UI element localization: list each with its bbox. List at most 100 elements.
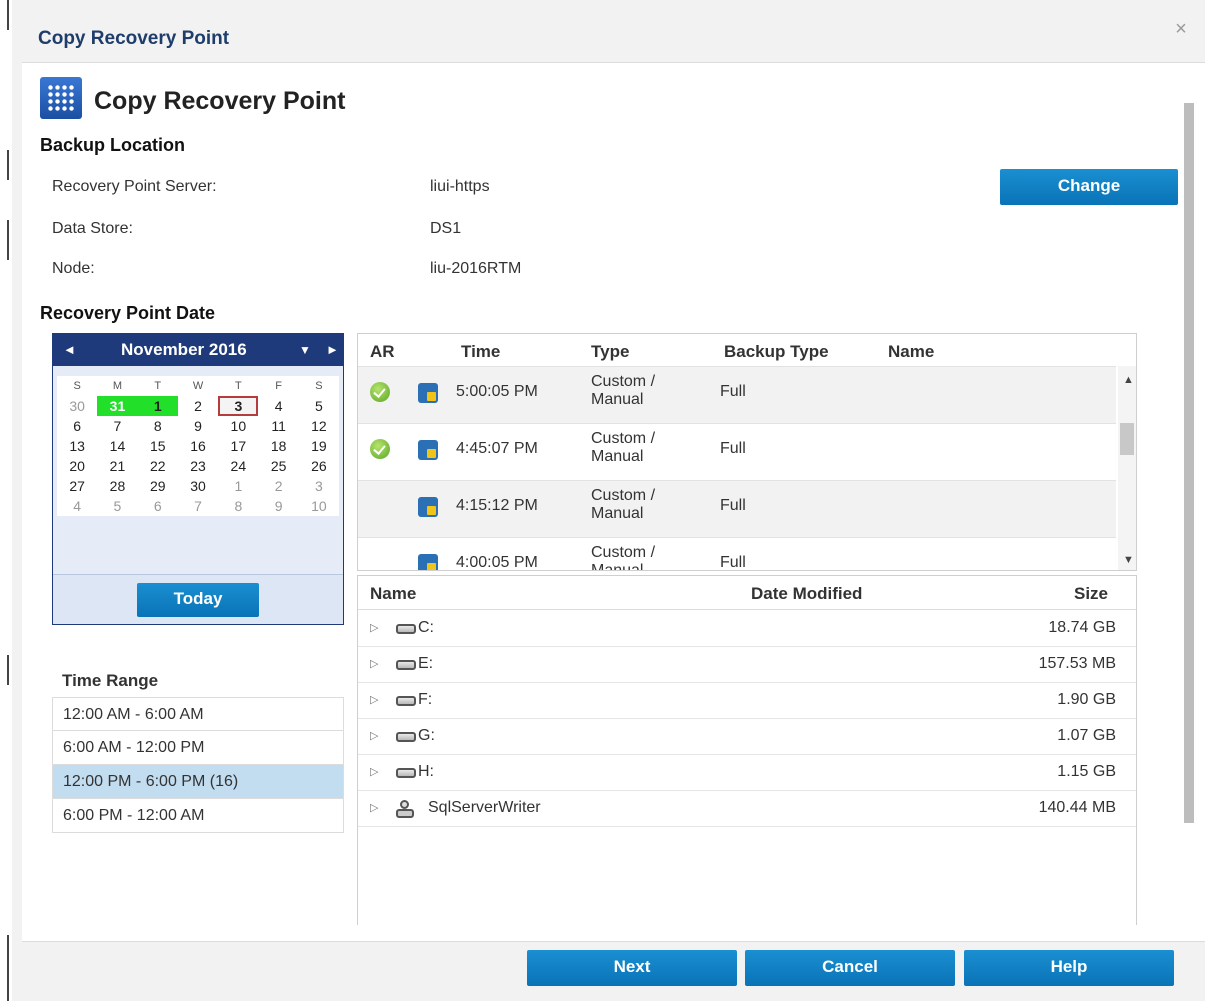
calendar-day[interactable]: 27 [57, 476, 97, 496]
calendar-day[interactable]: 7 [178, 496, 218, 516]
recovery-point-date-title: Recovery Point Date [40, 303, 216, 323]
copy-recovery-point-dialog: Copy Recovery Point × Copy Recovery Poin… [12, 0, 1205, 1001]
scroll-up-icon[interactable]: ▲ [1123, 374, 1134, 386]
calendar-day[interactable]: 6 [57, 416, 97, 436]
col-name[interactable]: Name [888, 342, 934, 362]
time-range-item[interactable]: 6:00 PM - 12:00 AM [52, 799, 344, 833]
calendar-day[interactable]: 25 [258, 456, 298, 476]
data-store-label: Data Store: [52, 220, 133, 237]
server-value: liui-https [430, 178, 490, 195]
calendar-day[interactable]: 16 [178, 436, 218, 456]
calendar-day[interactable]: 19 [299, 436, 339, 456]
file-row[interactable]: ▷ H: 1.15 GB [358, 755, 1136, 791]
change-button[interactable]: Change [1000, 169, 1178, 205]
calendar-day[interactable]: 9 [258, 496, 298, 516]
next-button[interactable]: Next [527, 950, 737, 986]
calendar-day[interactable]: 30 [178, 476, 218, 496]
calendar-day[interactable]: 24 [218, 456, 258, 476]
time-range: Time Range 12:00 AM - 6:00 AM 6:00 AM - 1… [52, 663, 344, 833]
month-dropdown-icon[interactable]: ▼ [299, 343, 311, 357]
calendar-day[interactable]: 12 [299, 416, 339, 436]
expand-icon[interactable]: ▷ [370, 657, 378, 670]
calendar-day[interactable]: 31 [97, 396, 138, 416]
calendar-day[interactable]: 2 [258, 476, 298, 496]
expand-icon[interactable]: ▷ [370, 765, 378, 778]
expand-icon[interactable]: ▷ [370, 801, 378, 814]
calendar-day[interactable]: 4 [57, 496, 97, 516]
calendar-day[interactable]: 23 [178, 456, 218, 476]
files-table: Name Date Modified Size ▷ C: 18.74 GB ▷ E: 15… [357, 575, 1137, 925]
calendar-day[interactable]: 6 [138, 496, 178, 516]
recovery-point-row[interactable]: 5:00:05 PM Custom / Manual Full [358, 366, 1116, 423]
calendar-day[interactable]: 5 [97, 496, 137, 516]
node-label: Node: [52, 260, 95, 277]
recovery-point-row[interactable]: 4:45:07 PM Custom / Manual Full [358, 423, 1116, 480]
expand-icon[interactable]: ▷ [370, 621, 378, 634]
time-range-item[interactable]: 12:00 PM - 6:00 PM (16) [52, 765, 344, 799]
calendar-day[interactable]: 3 [218, 396, 259, 416]
recovery-points-scrollbar[interactable]: ▲ ▼ [1118, 366, 1136, 570]
col-date-modified[interactable]: Date Modified [751, 584, 862, 604]
recovery-point-type: Custom / Manual [591, 487, 656, 522]
expand-icon[interactable]: ▷ [370, 693, 378, 706]
drive-icon [396, 624, 416, 634]
calendar-day[interactable]: 8 [138, 416, 178, 436]
today-button[interactable]: Today [137, 583, 259, 617]
content-scrollbar[interactable] [1182, 75, 1196, 930]
file-row[interactable]: ▷ E: 157.53 MB [358, 647, 1136, 683]
calendar-day[interactable]: 5 [299, 396, 339, 416]
file-name: G: [418, 727, 435, 744]
calendar-day[interactable]: 18 [258, 436, 298, 456]
col-type[interactable]: Type [591, 342, 629, 362]
calendar-day[interactable]: 1 [218, 476, 258, 496]
col-ar[interactable]: AR [370, 342, 395, 362]
calendar-day[interactable]: 17 [218, 436, 258, 456]
calendar-day[interactable]: 15 [138, 436, 178, 456]
content-scroll-thumb[interactable] [1184, 103, 1194, 823]
calendar-day[interactable]: 14 [97, 436, 137, 456]
file-row[interactable]: ▷ G: 1.07 GB [358, 719, 1136, 755]
calendar-day[interactable]: 29 [138, 476, 178, 496]
calendar-day[interactable]: 30 [57, 396, 97, 416]
file-row[interactable]: ▷ C: 18.74 GB [358, 611, 1136, 647]
recovery-point-row[interactable]: 4:15:12 PM Custom / Manual Full [358, 480, 1116, 537]
calendar-day[interactable]: 13 [57, 436, 97, 456]
calendar-day[interactable]: 22 [138, 456, 178, 476]
calendar-day[interactable]: 26 [299, 456, 339, 476]
calendar-day[interactable]: 3 [299, 476, 339, 496]
calendar-day[interactable]: 2 [178, 396, 218, 416]
help-button[interactable]: Help [964, 950, 1174, 986]
recovery-point-backup-type: Full [720, 440, 746, 457]
calendar-day[interactable]: 1 [137, 396, 178, 416]
weekday-label: F [275, 380, 282, 392]
col-backup-type[interactable]: Backup Type [724, 342, 829, 362]
time-range-title: Time Range [62, 671, 159, 690]
calendar-day[interactable]: 28 [97, 476, 137, 496]
calendar-day[interactable]: 10 [299, 496, 339, 516]
node-value: liu-2016RTM [430, 260, 522, 277]
col-file-name[interactable]: Name [370, 584, 416, 604]
file-row[interactable]: ▷ SqlServerWriter 140.44 MB [358, 791, 1136, 827]
calendar-day[interactable]: 8 [218, 496, 258, 516]
calendar-day[interactable]: 11 [258, 416, 298, 436]
calendar-day[interactable]: 21 [97, 456, 137, 476]
recovery-point-row[interactable]: 4:00:05 PM Custom / Manual Full [358, 537, 1116, 570]
time-range-item[interactable]: 12:00 AM - 6:00 AM [52, 697, 344, 731]
calendar-day[interactable]: 10 [218, 416, 258, 436]
prev-month-icon[interactable]: ◄ [63, 342, 76, 357]
cancel-button[interactable]: Cancel [745, 950, 955, 986]
expand-icon[interactable]: ▷ [370, 729, 378, 742]
time-range-item[interactable]: 6:00 AM - 12:00 PM [52, 731, 344, 765]
calendar-day[interactable]: 7 [97, 416, 137, 436]
calendar-day[interactable]: 20 [57, 456, 97, 476]
calendar-day[interactable]: 9 [178, 416, 218, 436]
next-month-icon[interactable]: ► [326, 342, 339, 357]
scroll-down-icon[interactable]: ▼ [1123, 554, 1134, 566]
col-time[interactable]: Time [461, 342, 500, 362]
recovery-points-header: AR Time Type Backup Type Name [358, 334, 1136, 366]
col-size[interactable]: Size [1074, 584, 1108, 604]
scroll-thumb[interactable] [1120, 423, 1134, 455]
close-icon[interactable]: × [1172, 19, 1190, 39]
file-row[interactable]: ▷ F: 1.90 GB [358, 683, 1136, 719]
calendar-day[interactable]: 4 [258, 396, 298, 416]
